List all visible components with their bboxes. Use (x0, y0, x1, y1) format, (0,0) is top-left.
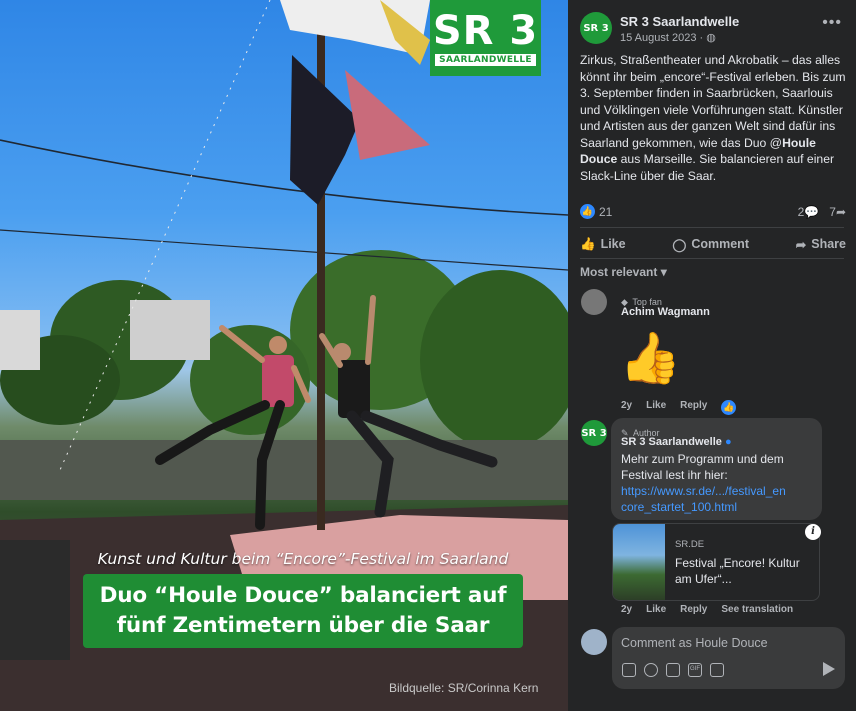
post-body: Zirkus, Straßentheater und Akrobatik – d… (580, 52, 848, 184)
camera-icon[interactable] (666, 663, 680, 677)
headline-line-2: fünf Zentimetern über die Saar (116, 613, 490, 638)
thumbs-up-emoji: 👍 (619, 330, 682, 386)
divider (580, 258, 844, 259)
share-button[interactable]: ➦ Share (796, 232, 846, 256)
reaction-bar: 👍 21 2💬 7➦ (580, 204, 846, 222)
current-user-avatar[interactable] (581, 629, 607, 655)
composer-tools: GIF (622, 663, 724, 677)
logo-text: SR 3 (432, 7, 539, 54)
photo-credit: Bildquelle: SR/Corinna Kern (389, 681, 539, 695)
commenter-avatar[interactable] (581, 289, 607, 315)
page-name[interactable]: SR 3 Saarlandwelle (620, 14, 739, 29)
article-link[interactable]: https://www.sr.de/.../festival_en core_st… (621, 484, 786, 514)
comment-reply-button[interactable]: Reply (680, 400, 707, 415)
send-icon[interactable] (823, 662, 835, 676)
divider (580, 227, 844, 228)
reaction-count[interactable]: 21 (599, 205, 612, 219)
author-comment-like-button[interactable]: Like (646, 604, 666, 615)
share-count-icon: ➦ (835, 205, 846, 219)
headline-line-1: Duo “Houle Douce” balanciert auf (99, 583, 507, 608)
sort-label: Most relevant (580, 265, 658, 279)
author-name-text: SR 3 Saarlandwelle (621, 436, 722, 448)
comment-sort-dropdown[interactable]: Most relevant ▾ (580, 265, 667, 279)
share-icon: ➦ (795, 237, 807, 252)
author-comment-time[interactable]: 2y (621, 604, 632, 615)
engagement-counts: 2💬 7➦ (798, 205, 846, 219)
preview-title: Festival „Encore! Kultur am Ufer“... (675, 556, 800, 586)
author-comment-meta: 2y Like Reply See translation (621, 604, 793, 615)
author-comment-text: Mehr zum Programm und dem Festival lest … (621, 451, 816, 515)
share-count[interactable]: 7 (829, 205, 836, 219)
post-header: SR 3 SR 3 Saarlandwelle 15 August 2023 ·… (580, 12, 846, 46)
info-icon[interactable]: i (805, 524, 821, 540)
like-button[interactable]: 👍 Like (580, 232, 626, 256)
like-reaction-icon[interactable]: 👍 (580, 204, 595, 220)
avatar-label: SR 3 (583, 22, 609, 34)
author-comment-bubble: ✎ Author SR 3 Saarlandwelle ● Mehr zum P… (611, 418, 822, 520)
comment-like-badge-icon: 👍 (721, 400, 737, 415)
comment-time[interactable]: 2y (621, 400, 632, 415)
post-date-text: 15 August 2023 · (620, 32, 704, 44)
photo-caption-top: Kunst und Kultur beim “Encore”-Festival … (97, 550, 509, 568)
more-options-icon[interactable]: ••• (822, 14, 842, 32)
comment-icon: ◯ (672, 237, 687, 252)
emoji-icon[interactable] (644, 663, 658, 677)
comment-input[interactable] (621, 634, 831, 652)
link-line-2: core_startet_100.html (621, 500, 738, 514)
action-bar: 👍 Like ◯ Comment ➦ Share (580, 232, 846, 256)
comment-meta: 2y Like Reply 👍 (621, 400, 737, 415)
preview-thumbnail (613, 524, 665, 600)
author-name[interactable]: SR 3 Saarlandwelle ● (621, 436, 732, 448)
preview-site: SR.DE (675, 539, 705, 550)
comment-label: Comment (691, 237, 749, 251)
comment-count-icon: 💬 (804, 205, 820, 219)
comment-like-button[interactable]: Like (646, 400, 666, 415)
gif-icon[interactable]: GIF (688, 663, 702, 677)
author-avatar[interactable]: SR 3 (581, 420, 607, 446)
post-date[interactable]: 15 August 2023 · ◍ (620, 31, 716, 44)
commenter-name[interactable]: Achim Wagmann (621, 306, 710, 318)
link-preview-card[interactable]: SR.DE Festival „Encore! Kultur am Ufer“.… (612, 523, 820, 601)
comment-composer: GIF (612, 627, 845, 689)
photo-headline-box: Duo “Houle Douce” balanciert auf fünf Ze… (83, 574, 523, 648)
verified-icon: ● (724, 436, 732, 448)
globe-icon: ◍ (706, 32, 716, 44)
sticker-icon[interactable] (710, 663, 724, 677)
author-comment-reply-button[interactable]: Reply (680, 604, 707, 615)
post-text-part2: aus Marseille. Sie balancieren auf einer… (580, 152, 835, 183)
comment-text: Mehr zum Programm und dem Festival lest … (621, 452, 784, 482)
page-avatar[interactable]: SR 3 (580, 12, 612, 44)
comment-button[interactable]: ◯ Comment (672, 232, 749, 256)
avatar-sticker-icon[interactable] (622, 663, 636, 677)
post-photo[interactable]: SR 3 SAARLANDWELLE Kunst und Kultur beim… (0, 0, 568, 711)
sr3-logo: SR 3 SAARLANDWELLE (430, 0, 541, 76)
like-label: Like (600, 237, 626, 251)
see-translation-button[interactable]: See translation (721, 604, 793, 615)
share-label: Share (811, 237, 846, 251)
thumbs-up-icon: 👍 (580, 236, 596, 251)
caret-down-icon: ▾ (660, 265, 667, 279)
link-line-1: https://www.sr.de/.../festival_en (621, 484, 786, 498)
logo-subtitle: SAARLANDWELLE (435, 53, 536, 66)
